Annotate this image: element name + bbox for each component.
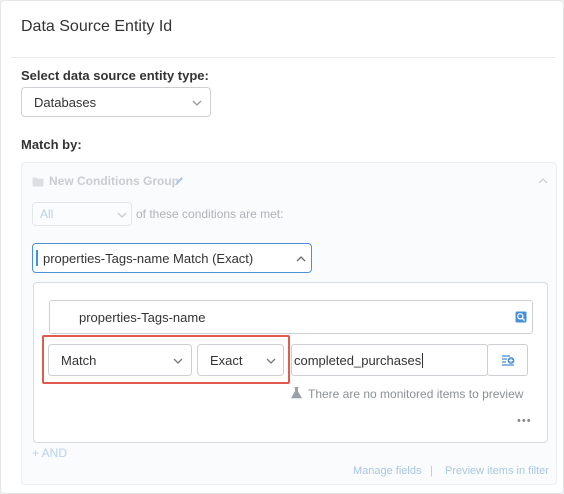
folder-icon xyxy=(32,177,44,187)
chevron-down-icon xyxy=(192,100,202,106)
edit-pencil-icon[interactable] xyxy=(175,176,184,185)
conditions-group-header[interactable]: New Conditions Group xyxy=(22,163,556,199)
condition-value: completed_purchases xyxy=(294,352,422,368)
preview-note: There are no monitored items to preview xyxy=(308,387,524,401)
flask-icon xyxy=(291,387,302,399)
entity-type-value: Databases xyxy=(34,94,97,110)
quantifier-suffix: of these conditions are met: xyxy=(136,207,284,221)
entity-type-label: Select data source entity type: xyxy=(21,68,209,83)
manage-fields-link[interactable]: Manage fields xyxy=(353,465,422,477)
add-value-button[interactable] xyxy=(487,344,528,376)
text-cursor xyxy=(422,352,424,368)
data-source-entity-panel: Data Source Entity Id Select data source… xyxy=(0,0,564,494)
conditions-group: New Conditions Group All of these condit… xyxy=(21,162,557,485)
quantifier-value: All xyxy=(40,207,54,221)
more-options-icon[interactable]: ••• xyxy=(517,415,532,427)
add-list-icon xyxy=(501,355,514,366)
condition-value-input[interactable]: completed_purchases xyxy=(291,344,488,376)
quantifier-select[interactable]: All xyxy=(32,202,132,226)
chevron-down-icon xyxy=(117,212,127,218)
preview-items-link[interactable]: Preview items in filter xyxy=(445,465,549,477)
field-name-value: properties-Tags-name xyxy=(79,309,206,325)
match-by-label: Match by: xyxy=(21,137,82,152)
panel-title: Data Source Entity Id xyxy=(21,18,173,35)
condition-selector-accent-bar xyxy=(36,250,38,266)
chevron-up-icon[interactable] xyxy=(538,177,548,185)
group-title: New Conditions Group xyxy=(49,174,179,188)
entity-type-select[interactable]: Databases xyxy=(21,87,211,117)
footer-separator: | xyxy=(430,465,433,477)
field-name-input[interactable]: properties-Tags-name xyxy=(49,300,533,334)
title-divider xyxy=(11,57,555,58)
search-icon[interactable] xyxy=(515,311,527,323)
condition-selector[interactable]: properties-Tags-name Match (Exact) xyxy=(32,243,312,273)
add-and-button[interactable]: + AND xyxy=(32,446,67,460)
chevron-up-icon xyxy=(296,256,306,262)
highlight-box xyxy=(42,335,290,384)
condition-selector-value: properties-Tags-name Match (Exact) xyxy=(43,250,254,266)
